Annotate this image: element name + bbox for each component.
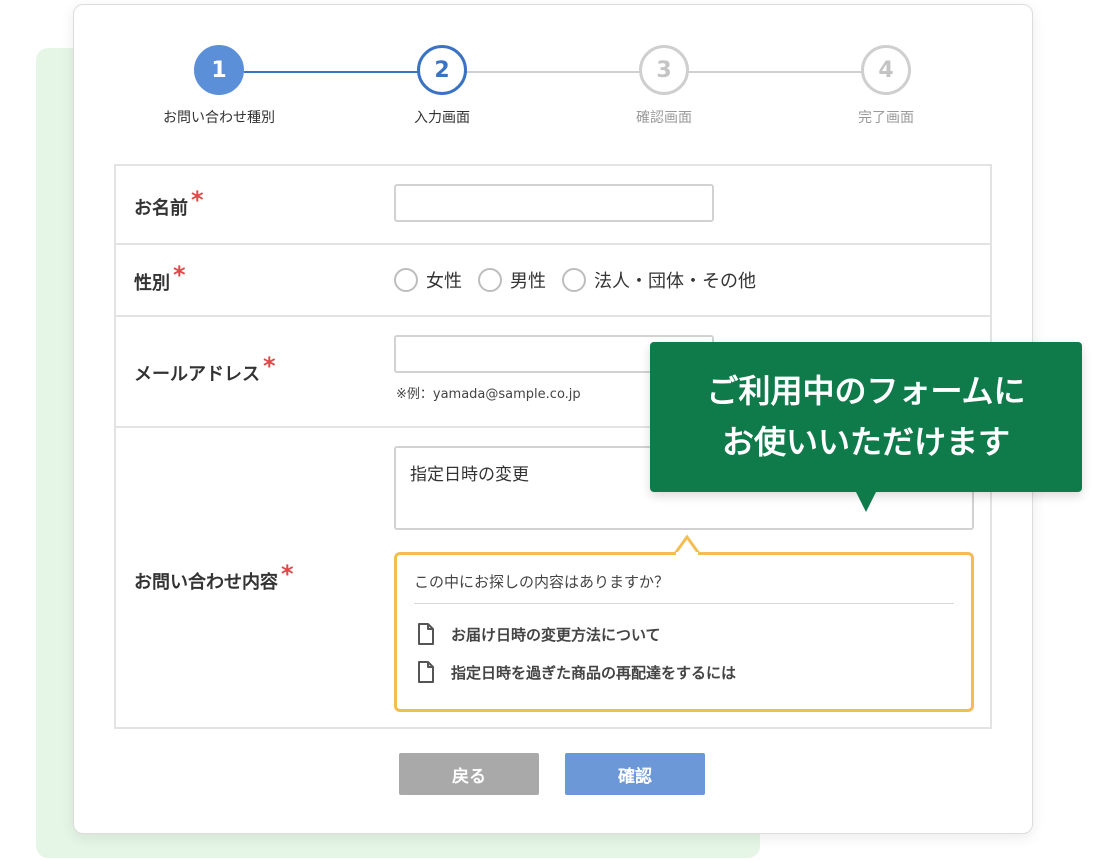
- step-2-circle: 2: [417, 45, 467, 95]
- step-2-label: 入力画面: [414, 110, 470, 126]
- suggestion-item-2[interactable]: 指定日時を過ぎた商品の再配達をするには: [417, 661, 736, 683]
- step-1-label: お問い合わせ種別: [163, 110, 275, 126]
- name-input[interactable]: [394, 184, 714, 222]
- step-4-circle: 4: [861, 45, 911, 95]
- step-4-label: 完了画面: [858, 110, 914, 126]
- inquiry-label: お問い合わせ内容 *: [134, 560, 294, 593]
- suggestion-item-1[interactable]: お届け日時の変更方法について: [417, 623, 661, 645]
- email-label: メールアドレス *: [134, 352, 276, 385]
- suggestion-box: この中にお探しの内容はありますか？ お届け日時の変更方法について 指定日時を過ぎ…: [394, 534, 974, 712]
- step-4: 4 完了画面: [806, 45, 966, 127]
- progress-stepper: 1 お問い合わせ種別 2 入力画面 3 確認画面 4 完了画面: [74, 5, 1032, 145]
- step-3: 3 確認画面: [584, 45, 744, 127]
- suggestion-title: この中にお探しの内容はありますか？: [414, 573, 670, 591]
- document-icon: [418, 661, 434, 683]
- info-tooltip: ご利用中のフォームに お使いいただけます: [650, 342, 1082, 512]
- gender-radio-group: 女性 男性 法人・団体・その他: [394, 267, 772, 293]
- radio-circle[interactable]: [478, 268, 502, 292]
- tooltip-tail: [856, 492, 876, 512]
- required-mark: *: [191, 186, 204, 214]
- document-icon: [418, 623, 434, 645]
- back-button[interactable]: 戻る: [399, 753, 539, 795]
- required-mark: *: [173, 261, 186, 289]
- radio-circle[interactable]: [562, 268, 586, 292]
- required-mark: *: [263, 352, 276, 380]
- step-3-label: 確認画面: [636, 110, 692, 126]
- step-3-circle: 3: [639, 45, 689, 95]
- confirm-button[interactable]: 確認: [565, 753, 705, 795]
- gender-label: 性別 *: [134, 261, 186, 294]
- step-1-circle: 1: [194, 45, 244, 95]
- gender-row: 性別 * 女性 男性 法人・団体・その他: [116, 245, 990, 317]
- step-2: 2 入力画面: [362, 45, 522, 127]
- tooltip-line-1: ご利用中のフォームに: [706, 371, 1026, 410]
- tooltip-line-2: お使いいただけます: [721, 423, 1010, 461]
- radio-female[interactable]: 女性: [394, 267, 462, 293]
- radio-male[interactable]: 男性: [478, 267, 546, 293]
- email-hint: ※例：yamada@sample.co.jp: [396, 387, 581, 402]
- radio-corporate-other[interactable]: 法人・団体・その他: [562, 267, 756, 293]
- required-mark: *: [281, 560, 294, 588]
- step-1: 1 お問い合わせ種別: [139, 45, 299, 127]
- radio-circle[interactable]: [394, 268, 418, 292]
- name-row: お名前 *: [116, 166, 990, 245]
- suggestion-divider: [414, 603, 954, 604]
- name-label: お名前 *: [134, 186, 204, 219]
